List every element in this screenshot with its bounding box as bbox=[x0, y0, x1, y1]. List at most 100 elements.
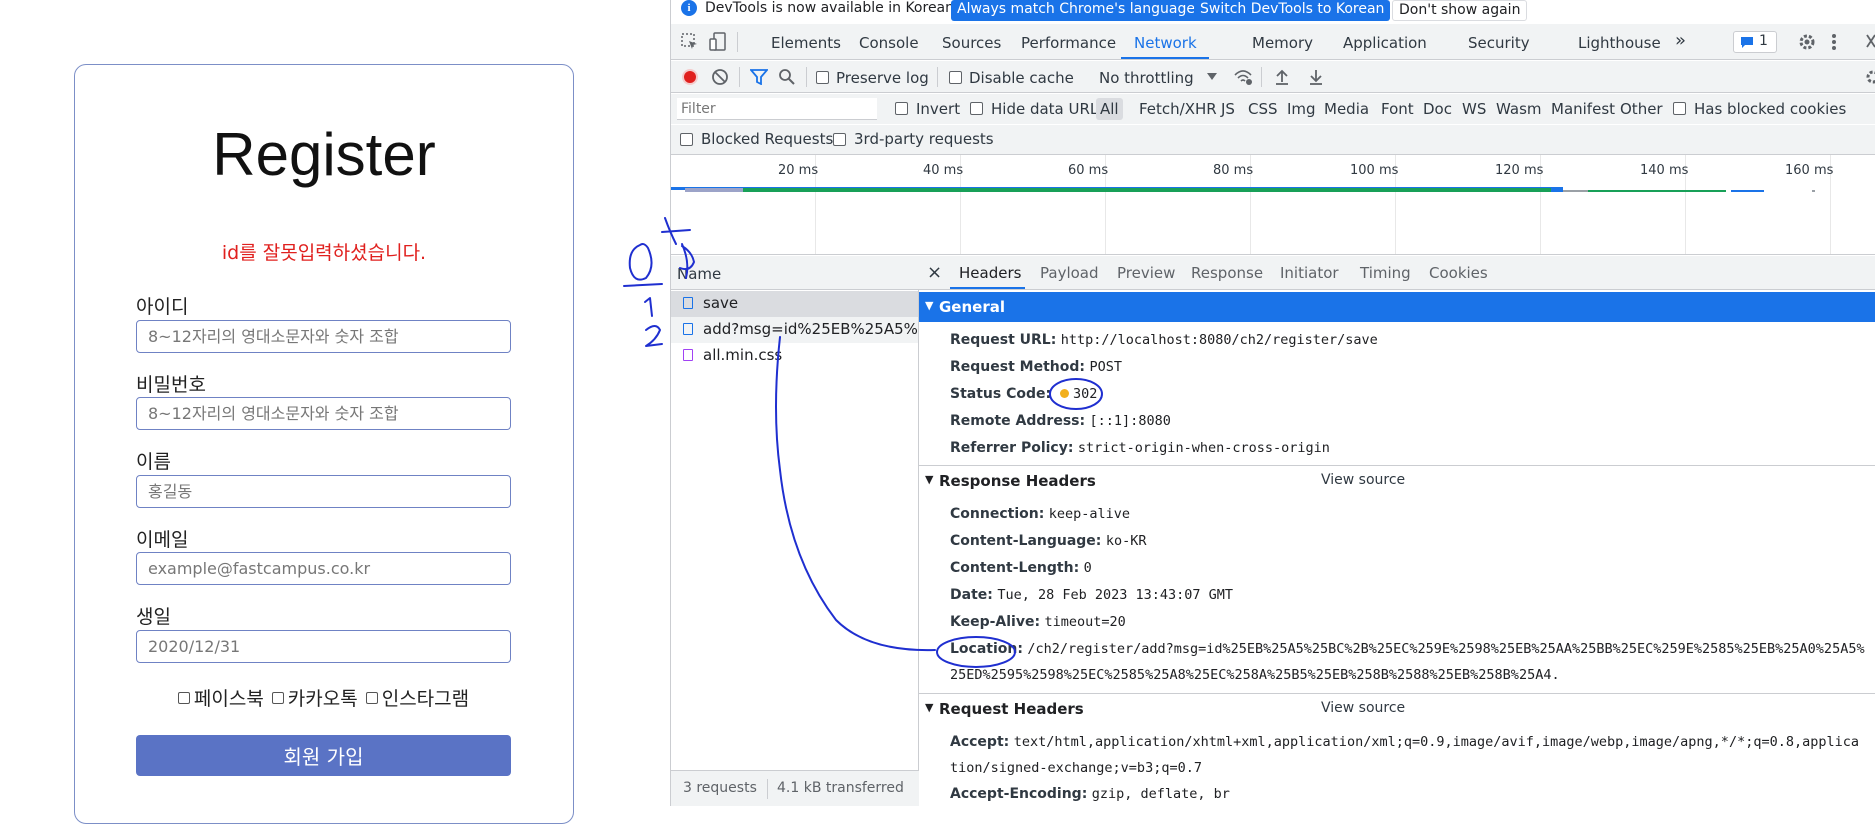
general-section-header[interactable]: ▼ General bbox=[919, 292, 1875, 322]
timeline-bar-dot bbox=[1812, 190, 1815, 192]
tabbar-divider bbox=[737, 32, 738, 52]
response-headers-section-header[interactable]: ▼ Response Headers View source bbox=[919, 465, 1875, 493]
close-devtools-icon[interactable] bbox=[1866, 34, 1875, 48]
transferred-size: 4.1 kB transferred bbox=[777, 780, 904, 796]
type-filter-fetch-xhr[interactable]: Fetch/XHR bbox=[1139, 100, 1217, 118]
filter-input[interactable] bbox=[677, 98, 877, 120]
filter-funnel-icon[interactable] bbox=[750, 69, 768, 85]
type-filter-font[interactable]: Font bbox=[1381, 100, 1414, 118]
request-view-source-link[interactable]: View source bbox=[1321, 700, 1405, 716]
header-value: POST bbox=[1089, 359, 1122, 375]
response-header-row: Date: Tue, 28 Feb 2023 13:43:07 GMT bbox=[950, 587, 1233, 603]
name-input[interactable] bbox=[136, 475, 511, 508]
detail-tab-cookies[interactable]: Cookies bbox=[1429, 264, 1488, 282]
tab-performance[interactable]: Performance bbox=[1021, 34, 1116, 52]
type-filter-manifest[interactable]: Manifest bbox=[1551, 100, 1615, 118]
clear-icon[interactable] bbox=[711, 68, 729, 86]
match-language-button[interactable]: Always match Chrome's language bbox=[951, 0, 1201, 21]
issues-button[interactable]: 1 bbox=[1733, 31, 1777, 53]
settings-gear-icon[interactable] bbox=[1797, 32, 1817, 52]
panel-tab-bar: Elements Console Sources Performance Net… bbox=[671, 24, 1875, 60]
hide-data-urls-checkbox[interactable] bbox=[970, 102, 983, 115]
birthday-input[interactable] bbox=[136, 630, 511, 663]
sns-instagram[interactable]: 인스타그램 bbox=[365, 684, 469, 711]
preserve-log-checkbox[interactable] bbox=[816, 71, 829, 84]
toolbar-divider bbox=[806, 67, 807, 87]
status-code-value: 302 bbox=[1073, 386, 1098, 402]
network-settings-icon[interactable] bbox=[1863, 68, 1875, 86]
network-conditions-icon[interactable] bbox=[1233, 68, 1253, 86]
tab-network[interactable]: Network bbox=[1134, 34, 1197, 52]
third-party-checkbox[interactable] bbox=[833, 133, 846, 146]
register-submit-button[interactable]: 회원 가입 bbox=[136, 735, 511, 776]
dont-show-again-button[interactable]: Don't show again bbox=[1392, 0, 1528, 21]
record-icon[interactable] bbox=[681, 68, 699, 86]
invert-checkbox[interactable] bbox=[895, 102, 908, 115]
tab-memory[interactable]: Memory bbox=[1252, 34, 1313, 52]
export-har-icon[interactable] bbox=[1308, 68, 1324, 86]
type-filter-css[interactable]: CSS bbox=[1248, 100, 1278, 118]
location-value: /ch2/register/add?msg=id%25EB%25A5%25BC%… bbox=[1027, 641, 1865, 657]
tab-security[interactable]: Security bbox=[1468, 34, 1530, 52]
switch-korean-button[interactable]: Switch DevTools to Korean bbox=[1194, 0, 1391, 21]
disable-cache-checkbox[interactable] bbox=[949, 71, 962, 84]
checkbox-icon[interactable] bbox=[365, 691, 378, 704]
tab-sources[interactable]: Sources bbox=[942, 34, 1001, 52]
header-value: timeout=20 bbox=[1044, 614, 1126, 630]
checkbox-icon[interactable] bbox=[177, 691, 190, 704]
kebab-menu-icon[interactable] bbox=[1831, 32, 1837, 52]
chevron-down-icon[interactable] bbox=[1207, 73, 1217, 81]
type-filter-ws[interactable]: WS bbox=[1462, 100, 1486, 118]
detail-tab-headers[interactable]: Headers bbox=[959, 264, 1021, 282]
password-input[interactable] bbox=[136, 397, 511, 430]
sns-kakaotalk[interactable]: 카카오톡 bbox=[271, 684, 358, 711]
request-header-row: Accept: text/html,application/xhtml+xml,… bbox=[950, 734, 1859, 750]
detail-tab-response[interactable]: Response bbox=[1191, 264, 1263, 282]
checkbox-icon[interactable] bbox=[271, 691, 284, 704]
tab-application[interactable]: Application bbox=[1343, 34, 1427, 52]
id-input[interactable] bbox=[136, 320, 511, 353]
request-headers-section-header[interactable]: ▼ Request Headers View source bbox=[919, 693, 1875, 721]
device-toolbar-icon[interactable] bbox=[709, 32, 727, 52]
tab-lighthouse[interactable]: Lighthouse bbox=[1578, 34, 1661, 52]
detail-tab-timing[interactable]: Timing bbox=[1360, 264, 1411, 282]
sns-kakaotalk-label: 카카오톡 bbox=[287, 688, 358, 710]
detail-tab-preview[interactable]: Preview bbox=[1117, 264, 1175, 282]
request-row-save[interactable]: save bbox=[671, 291, 918, 317]
tab-elements[interactable]: Elements bbox=[771, 34, 841, 52]
issues-chat-icon bbox=[1741, 37, 1753, 48]
timeline-bar-save-download bbox=[1551, 187, 1563, 192]
name-column-header[interactable]: Name bbox=[671, 256, 919, 290]
more-tabs-icon[interactable]: » bbox=[1675, 30, 1686, 51]
response-view-source-link[interactable]: View source bbox=[1321, 472, 1405, 488]
type-filter-doc[interactable]: Doc bbox=[1423, 100, 1452, 118]
sns-facebook[interactable]: 페이스북 bbox=[177, 684, 264, 711]
request-row-add[interactable]: add?msg=id%25EB%25A5%2... bbox=[671, 317, 918, 343]
header-value: 0 bbox=[1083, 560, 1092, 576]
request-row-css[interactable]: all.min.css bbox=[671, 343, 918, 369]
response-header-row: Keep-Alive: timeout=20 bbox=[950, 614, 1126, 630]
search-icon[interactable] bbox=[778, 68, 796, 86]
general-row: Referrer Policy: strict-origin-when-cros… bbox=[950, 440, 1330, 456]
general-row: Remote Address: [::1]:8080 bbox=[950, 413, 1171, 429]
import-har-icon[interactable] bbox=[1274, 68, 1290, 86]
header-key: Date: bbox=[950, 587, 993, 603]
header-key: Referrer Policy: bbox=[950, 440, 1074, 456]
close-details-icon[interactable]: × bbox=[927, 262, 942, 283]
type-filter-img[interactable]: Img bbox=[1287, 100, 1316, 118]
has-blocked-cookies-checkbox[interactable] bbox=[1673, 102, 1686, 115]
active-tab-indicator bbox=[1121, 57, 1209, 59]
tab-console[interactable]: Console bbox=[859, 34, 919, 52]
type-filter-media[interactable]: Media bbox=[1324, 100, 1369, 118]
inspect-element-icon[interactable] bbox=[681, 33, 699, 51]
email-input[interactable] bbox=[136, 552, 511, 585]
throttling-select[interactable]: No throttling bbox=[1099, 69, 1194, 87]
detail-tab-payload[interactable]: Payload bbox=[1040, 264, 1099, 282]
type-filter-js[interactable]: JS bbox=[1221, 100, 1235, 118]
network-overview-timeline[interactable]: 20 ms 40 ms 60 ms 80 ms 100 ms 120 ms 14… bbox=[671, 155, 1875, 255]
detail-tab-initiator[interactable]: Initiator bbox=[1280, 264, 1339, 282]
type-filter-all[interactable]: All bbox=[1100, 100, 1119, 118]
blocked-requests-checkbox[interactable] bbox=[680, 133, 693, 146]
type-filter-wasm[interactable]: Wasm bbox=[1496, 100, 1542, 118]
type-filter-other[interactable]: Other bbox=[1620, 100, 1663, 118]
